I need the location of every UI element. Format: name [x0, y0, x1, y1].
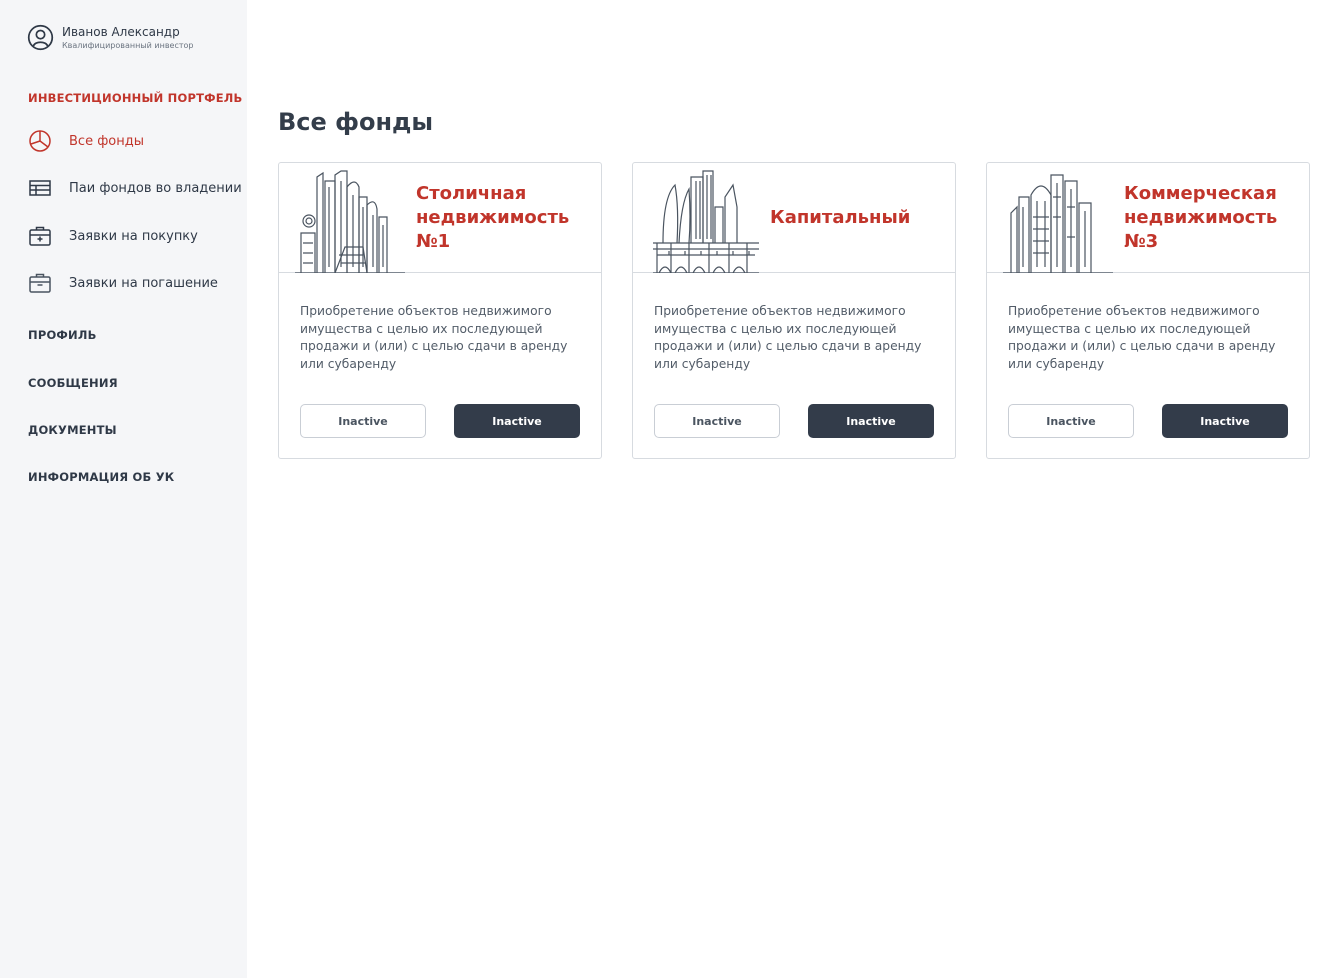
section-company-info[interactable]: ИНФОРМАЦИЯ ОБ УК: [28, 470, 174, 484]
sidebar-item-purchase-requests[interactable]: Заявки на покупку: [27, 223, 198, 249]
fund-title: Капитальный: [770, 207, 911, 228]
fund-card: Коммерческая недвижимость №3 Приобретени…: [986, 162, 1310, 459]
fund-card-header: Столичная недвижимость №1: [279, 163, 601, 273]
sidebar-item-redemption-requests[interactable]: Заявки на погашение: [27, 270, 218, 296]
section-profile[interactable]: ПРОФИЛЬ: [28, 328, 97, 342]
fund-title: Коммерческая недвижимость №3: [1124, 183, 1278, 252]
fund-description: Приобретение объектов недвижимого имущес…: [1008, 304, 1276, 371]
fund-secondary-button[interactable]: Inactive: [654, 404, 780, 438]
sidebar-item-owned-shares[interactable]: Паи фондов во владении: [27, 175, 242, 201]
sidebar-item-label: Паи фондов во владении: [69, 180, 242, 196]
fund-card: Капитальный Приобретение объектов недвиж…: [632, 162, 956, 459]
user-avatar-icon: [27, 24, 54, 51]
page-title: Все фонды: [278, 108, 434, 136]
fund-primary-button[interactable]: Inactive: [808, 404, 934, 438]
fund-description: Приобретение объектов недвижимого имущес…: [300, 304, 568, 371]
fund-title: Столичная недвижимость №1: [416, 183, 570, 252]
table-icon: [27, 175, 53, 201]
briefcase-minus-icon: [27, 270, 53, 296]
user-role: Квалифицированный инвестор: [62, 40, 194, 50]
fund-secondary-button[interactable]: Inactive: [300, 404, 426, 438]
sidebar-item-label: Все фонды: [69, 133, 145, 149]
briefcase-plus-icon: [27, 223, 53, 249]
pie-chart-icon: [27, 128, 53, 154]
section-investment-portfolio[interactable]: ИНВЕСТИЦИОННЫЙ ПОРТФЕЛЬ: [28, 91, 243, 105]
fund-card: Столичная недвижимость №1 Приобретение о…: [278, 162, 602, 459]
section-messages[interactable]: СООБЩЕНИЯ: [28, 376, 118, 390]
sidebar-item-all-funds[interactable]: Все фонды: [27, 128, 144, 154]
fund-description: Приобретение объектов недвижимого имущес…: [654, 304, 922, 371]
section-documents[interactable]: ДОКУМЕНТЫ: [28, 423, 117, 437]
fund-primary-button[interactable]: Inactive: [1162, 404, 1288, 438]
city-skyline-illustration: [1003, 174, 1113, 273]
user-name: Иванов Александр: [62, 24, 180, 39]
sidebar-item-label: Заявки на покупку: [69, 228, 198, 244]
city-skyline-illustration: [295, 170, 405, 273]
city-skyline-illustration: [653, 170, 759, 273]
fund-card-header: Капитальный: [633, 163, 955, 273]
fund-secondary-button[interactable]: Inactive: [1008, 404, 1134, 438]
sidebar: Иванов Александр Квалифицированный инвес…: [0, 0, 247, 978]
fund-primary-button[interactable]: Inactive: [454, 404, 580, 438]
user-block[interactable]: Иванов Александр Квалифицированный инвес…: [27, 24, 194, 51]
fund-card-header: Коммерческая недвижимость №3: [987, 163, 1309, 273]
sidebar-item-label: Заявки на погашение: [69, 275, 218, 291]
